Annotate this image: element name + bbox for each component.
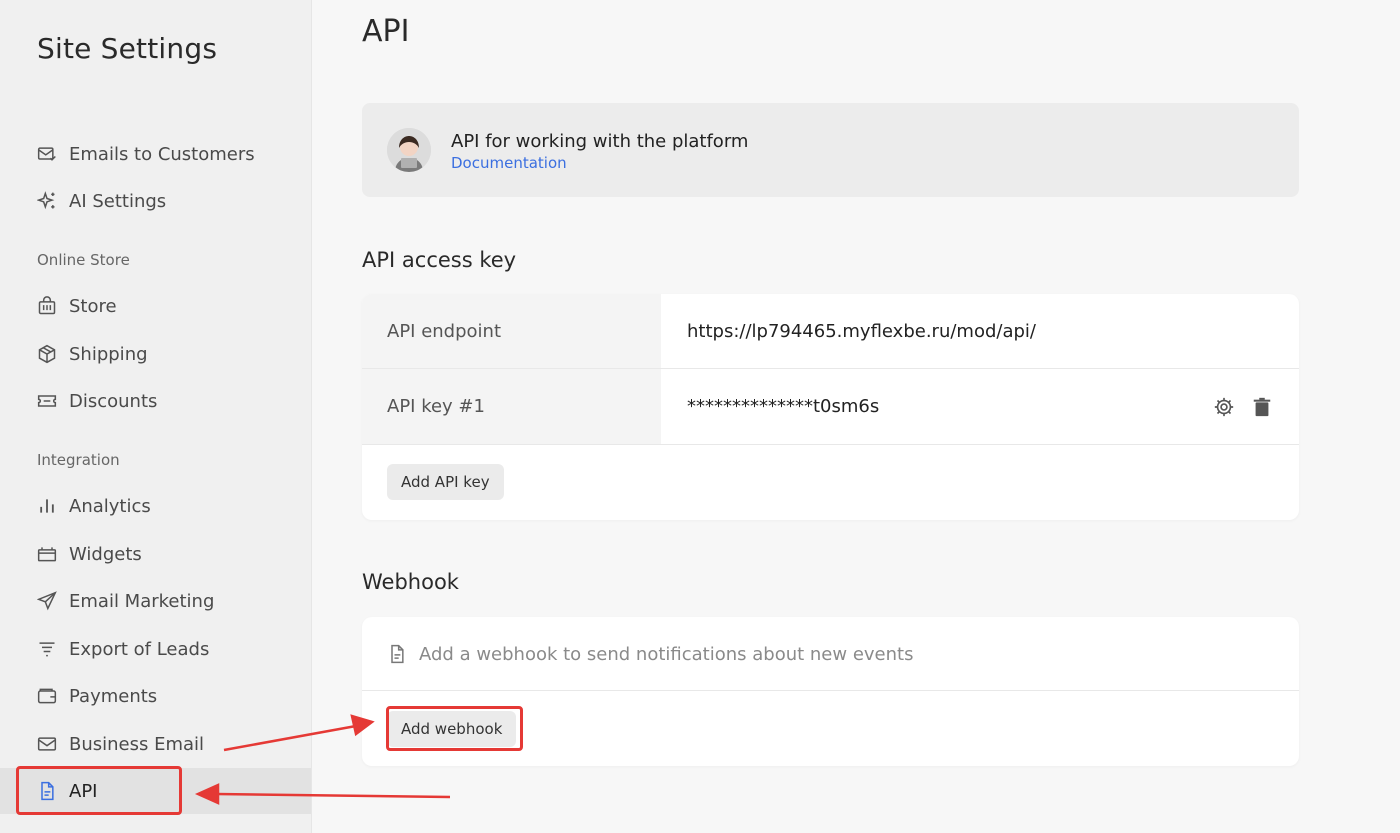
filter-icon: [37, 639, 57, 659]
avatar: [387, 128, 431, 172]
sidebar-item-discounts[interactable]: Discounts: [0, 378, 311, 424]
webhook-hint: Add a webhook to send notifications abou…: [387, 617, 913, 691]
sidebar-item-label: Store: [69, 295, 117, 317]
api-access-key-title: API access key: [362, 248, 517, 272]
webhook-title: Webhook: [362, 570, 459, 594]
sidebar-item-payments[interactable]: Payments: [0, 673, 311, 719]
sidebar-item-analytics[interactable]: Analytics: [0, 483, 311, 529]
bar-chart-icon: [37, 496, 57, 516]
sidebar-item-label: Shipping: [69, 343, 148, 365]
send-icon: [37, 591, 57, 611]
sidebar-item-label: Discounts: [69, 390, 158, 412]
sidebar-item-email-marketing[interactable]: Email Marketing: [0, 578, 311, 624]
sidebar-item-export-of-leads[interactable]: Export of Leads: [0, 626, 311, 672]
sidebar-item-store[interactable]: Store: [0, 283, 311, 329]
widget-icon: [37, 544, 57, 564]
section-label-integration: Integration: [37, 451, 120, 469]
sidebar-item-label: Payments: [69, 685, 158, 707]
api-key-value: **************t0sm6s: [687, 396, 880, 417]
table-row: API key #1 **************t0sm6s: [362, 369, 1299, 445]
info-title: API for working with the platform: [451, 131, 749, 152]
table-row: API endpoint https://lp794465.myflexbe.r…: [362, 294, 1299, 369]
sidebar-item-label: AI Settings: [69, 190, 167, 212]
mail-check-icon: [37, 144, 57, 164]
section-label-online-store: Online Store: [37, 251, 130, 269]
row-label: API endpoint: [362, 294, 661, 368]
sidebar-title: Site Settings: [37, 32, 218, 65]
api-endpoint-value: https://lp794465.myflexbe.ru/mod/api/: [687, 320, 1036, 342]
wallet-icon: [37, 686, 57, 706]
add-webhook-highlight-box: [386, 706, 523, 751]
webhook-hint-text: Add a webhook to send notifications abou…: [419, 643, 914, 665]
sidebar-item-label: Emails to Customers: [69, 143, 255, 165]
row-actions: [1213, 369, 1273, 444]
sidebar-item-shipping[interactable]: Shipping: [0, 331, 311, 377]
sidebar: Site Settings Emails to Customers AI Set…: [0, 0, 312, 833]
sidebar-item-label: Widgets: [69, 543, 142, 565]
package-icon: [37, 344, 57, 364]
sparkle-icon: [37, 191, 57, 211]
sidebar-item-label: Analytics: [69, 495, 151, 517]
store-bag-icon: [37, 296, 57, 316]
gear-icon[interactable]: [1213, 396, 1235, 418]
documentation-link[interactable]: Documentation: [451, 154, 567, 172]
sidebar-item-ai-settings[interactable]: AI Settings: [0, 178, 311, 224]
page-title: API: [362, 14, 410, 49]
sidebar-item-emails-to-customers[interactable]: Emails to Customers: [0, 131, 311, 177]
sidebar-item-label: Business Email: [69, 733, 205, 755]
sidebar-item-business-email[interactable]: Business Email: [0, 721, 311, 767]
api-info-card: API for working with the platform Docume…: [362, 103, 1299, 197]
document-icon: [387, 644, 419, 664]
sidebar-item-label: Email Marketing: [69, 590, 215, 612]
sidebar-item-label: Export of Leads: [69, 638, 210, 660]
sidebar-item-widgets[interactable]: Widgets: [0, 531, 311, 577]
trash-icon[interactable]: [1251, 396, 1273, 418]
api-highlight-box: [16, 766, 182, 815]
mail-icon: [37, 734, 57, 754]
add-api-key-button[interactable]: Add API key: [387, 464, 504, 500]
row-label: API key #1: [362, 369, 661, 444]
ticket-icon: [37, 391, 57, 411]
divider: [362, 690, 1299, 691]
api-access-key-card: API endpoint https://lp794465.myflexbe.r…: [362, 294, 1299, 520]
